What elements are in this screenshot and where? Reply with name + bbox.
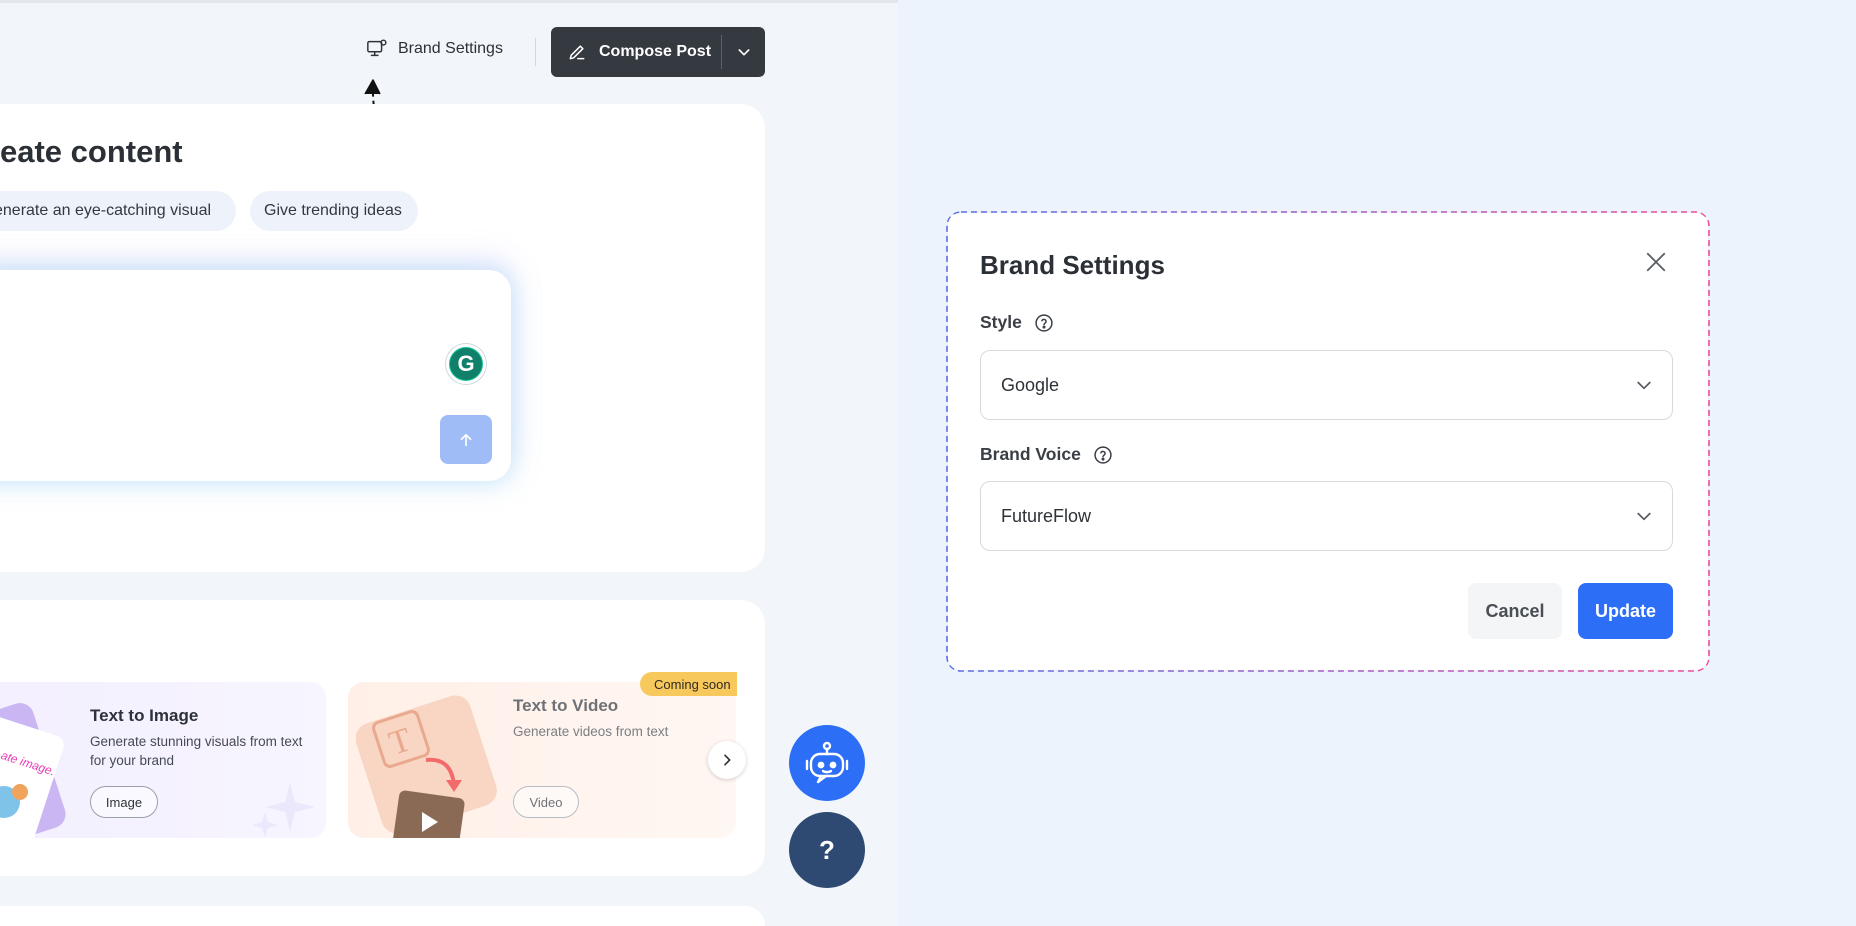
style-label: Style <box>980 312 1054 333</box>
style-label-text: Style <box>980 312 1022 332</box>
modal-title: Brand Settings <box>980 250 1165 280</box>
cancel-button[interactable]: Cancel <box>1468 583 1562 639</box>
update-button[interactable]: Update <box>1578 583 1673 639</box>
question-circle-icon[interactable] <box>1093 445 1113 465</box>
header-divider <box>535 38 536 66</box>
suggestion-chip-trending[interactable]: Give trending ideas <box>250 191 418 231</box>
text-to-video-title: Text to Video <box>513 696 619 715</box>
style-select[interactable]: Google <box>980 350 1673 420</box>
grammarly-letter: G <box>450 348 482 380</box>
coming-soon-badge: Coming soon <box>640 672 740 696</box>
compose-post-label: Compose Post <box>599 43 712 60</box>
suggestion-chip-visual[interactable]: enerate an eye-catching visual <box>0 191 236 231</box>
text-to-video-description: Generate videos from text <box>513 724 669 739</box>
chevron-down-icon <box>738 49 749 56</box>
prompt-input[interactable] <box>0 270 511 481</box>
grammarly-icon[interactable]: G <box>446 344 486 384</box>
brand-settings-button[interactable]: Brand Settings <box>366 38 503 60</box>
close-icon <box>1646 252 1666 272</box>
text-to-image-card[interactable]: ate image. Text to Image Generate stunni… <box>0 682 326 838</box>
modal-close-button[interactable] <box>1642 248 1670 276</box>
brand-voice-label-text: Brand Voice <box>980 444 1081 464</box>
brand-voice-select[interactable]: FutureFlow <box>980 481 1673 551</box>
brand-voice-label: Brand Voice <box>980 444 1113 465</box>
send-button[interactable] <box>440 415 492 464</box>
robot-icon <box>805 741 849 784</box>
chevron-down-icon <box>1637 512 1651 521</box>
app-background: Brand Settings Compose Post eate content… <box>0 0 898 926</box>
carousel-next-button[interactable] <box>708 741 746 779</box>
brand-settings-label: Brand Settings <box>398 40 503 57</box>
text-to-image-title: Text to Image <box>90 706 199 725</box>
top-border <box>0 0 898 3</box>
image-button[interactable]: Image <box>90 786 158 818</box>
compose-post-button[interactable]: Compose Post <box>551 27 721 77</box>
arrow-up-icon <box>460 433 472 446</box>
text-to-image-thumbnail: ate image. <box>0 703 66 838</box>
monitor-gear-icon <box>367 39 387 57</box>
question-circle-icon[interactable] <box>1034 313 1054 333</box>
sparkle-icon <box>252 782 315 837</box>
chevron-right-icon <box>724 754 731 766</box>
text-to-video-thumbnail: T <box>356 695 497 838</box>
text-to-video-card[interactable]: T Text to Video Generate videos from tex… <box>348 682 736 838</box>
pencil-icon <box>569 45 585 60</box>
create-content-title: eate content <box>0 134 183 169</box>
video-button[interactable]: Video <box>513 786 579 818</box>
bottom-card <box>0 906 765 926</box>
brand-voice-select-value: FutureFlow <box>1001 505 1092 526</box>
compose-post-split-button: Compose Post <box>551 27 765 77</box>
style-select-value: Google <box>1001 374 1060 395</box>
text-to-image-description: Generate stunning visuals from text for … <box>90 734 303 768</box>
ai-assistant-button[interactable] <box>789 725 865 801</box>
chevron-down-icon <box>1637 381 1651 390</box>
help-button[interactable]: ? <box>789 812 865 888</box>
compose-dropdown-button[interactable] <box>722 27 765 77</box>
